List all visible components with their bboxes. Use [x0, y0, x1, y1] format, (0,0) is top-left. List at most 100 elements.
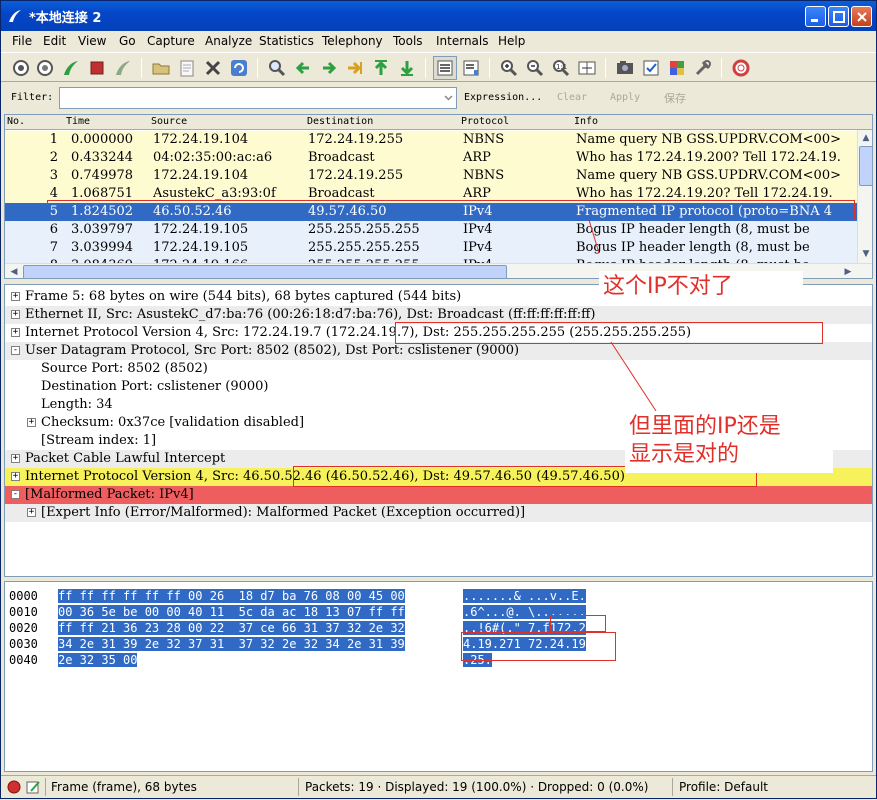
interfaces-icon[interactable] — [11, 58, 31, 78]
expand-icon[interactable]: + — [27, 508, 36, 517]
status-profile[interactable]: Profile: Default — [679, 780, 768, 794]
menu-view[interactable]: View — [78, 34, 106, 48]
filter-label: Filter: — [11, 92, 54, 103]
first-icon[interactable] — [371, 58, 391, 78]
expand-icon[interactable]: + — [27, 418, 36, 427]
packet-cell-time: 0.749978 — [71, 168, 134, 183]
options-icon[interactable] — [35, 58, 55, 78]
minimize-button[interactable] — [805, 6, 826, 27]
preferences-icon[interactable] — [693, 58, 713, 78]
col-info[interactable]: Info — [574, 116, 598, 127]
collapse-icon[interactable]: - — [11, 346, 20, 355]
status-packets: Packets: 19 · Displayed: 19 (100.0%) · D… — [305, 780, 649, 794]
save-button[interactable]: 保存 — [664, 90, 686, 106]
stop-capture-icon[interactable] — [87, 58, 107, 78]
packet-row[interactable]: 3 0.749978 172.24.19.104 172.24.19.255 NBNS N… — [5, 167, 857, 185]
capture-filters-icon[interactable] — [615, 58, 635, 78]
col-source[interactable]: Source — [151, 116, 187, 127]
col-no[interactable]: No. — [7, 116, 25, 127]
packet-row[interactable]: 7 3.039994 172.24.19.105 255.255.255.255 IPv… — [5, 239, 857, 257]
packet-row[interactable]: 2 0.433244 04:02:35:00:ac:a6 Broadcast ARP Wh… — [5, 149, 857, 167]
scroll-up-icon[interactable]: ▲ — [859, 131, 872, 145]
expand-icon[interactable]: + — [11, 310, 20, 319]
menu-file[interactable]: File — [12, 34, 32, 48]
detail-text: User Datagram Protocol, Src Port: 8502 (… — [25, 343, 520, 358]
reload-icon[interactable] — [229, 58, 249, 78]
menu-go[interactable]: Go — [119, 34, 136, 48]
detail-row[interactable]: + [Expert Info (Error/Malformed): Malform… — [5, 504, 872, 522]
packet-list[interactable]: No. Time Source Destination Protocol Inf… — [4, 114, 873, 279]
packet-bytes[interactable]: 0000 ff ff ff ff ff ff 00 26 18 d7 ba 76 … — [4, 581, 873, 772]
byte-hex[interactable]: ff ff ff ff ff ff 00 26 18 d7 ba 76 08 0… — [58, 589, 405, 603]
maximize-button[interactable] — [828, 6, 849, 27]
filter-dropdown[interactable] — [441, 88, 456, 107]
note2-line2: 显示是对的 — [629, 442, 740, 467]
close-file-icon[interactable] — [203, 58, 223, 78]
last-icon[interactable] — [397, 58, 417, 78]
close-button[interactable] — [851, 6, 872, 27]
colorize-icon[interactable] — [433, 56, 457, 80]
display-filters-icon[interactable] — [641, 58, 661, 78]
menu-analyze[interactable]: Analyze — [205, 34, 252, 48]
expression-button[interactable]: Expression... — [464, 92, 542, 103]
find-icon[interactable] — [267, 58, 287, 78]
packet-cell-src: AsustekC_a3:93:0f — [153, 186, 276, 201]
menu-help[interactable]: Help — [498, 34, 525, 48]
back-icon[interactable] — [293, 58, 313, 78]
menu-statistics[interactable]: Statistics — [259, 34, 314, 48]
hscroll-thumb[interactable] — [23, 265, 507, 278]
expand-icon[interactable]: + — [11, 472, 20, 481]
highlight-box-ascii-2 — [461, 632, 616, 661]
zoom-normal-icon[interactable]: 1:1 — [551, 58, 571, 78]
capture-comment-icon[interactable] — [25, 779, 41, 795]
zoom-out-icon[interactable] — [525, 58, 545, 78]
col-time[interactable]: Time — [66, 116, 90, 127]
forward-icon[interactable] — [319, 58, 339, 78]
byte-hex[interactable]: 00 36 5e be 00 00 40 11 5c da ac 18 13 0… — [58, 605, 405, 619]
clear-button[interactable]: Clear — [557, 92, 587, 103]
filter-input[interactable] — [59, 87, 457, 109]
detail-row[interactable]: - [Malformed Packet: IPv4] — [5, 486, 872, 504]
title-bar[interactable]: *本地连接 2 — [1, 1, 876, 31]
expand-icon[interactable]: + — [11, 328, 20, 337]
autoscroll-icon[interactable] — [461, 58, 481, 78]
byte-ascii[interactable]: .......& ...v..E. — [463, 589, 586, 603]
expand-icon[interactable]: + — [11, 292, 20, 301]
vscroll-thumb[interactable] — [859, 146, 872, 186]
packet-list-header: No. Time Source Destination Protocol Inf… — [5, 115, 872, 130]
byte-hex[interactable]: ff ff 21 36 23 28 00 22 37 ce 66 31 37 3… — [58, 621, 405, 635]
col-destination[interactable]: Destination — [307, 116, 373, 127]
apply-button[interactable]: Apply — [610, 92, 640, 103]
menu-telephony[interactable]: Telephony — [322, 34, 383, 48]
coloring-rules-icon[interactable] — [667, 58, 687, 78]
scroll-left-icon[interactable]: ◀ — [7, 265, 21, 278]
expand-icon[interactable]: + — [11, 454, 20, 463]
help-icon[interactable] — [731, 58, 751, 78]
scroll-down-icon[interactable]: ▼ — [859, 247, 872, 261]
start-capture-icon[interactable] — [61, 58, 81, 78]
expert-error-icon[interactable] — [7, 780, 21, 794]
packet-row[interactable]: 1 0.000000 172.24.19.104 172.24.19.255 NBNS N… — [5, 131, 857, 149]
detail-text: Source Port: 8502 (8502) — [41, 361, 208, 376]
zoom-in-icon[interactable] — [499, 58, 519, 78]
packet-list-vscroll[interactable]: ▲ ▼ — [857, 130, 872, 263]
save-file-icon[interactable] — [177, 58, 197, 78]
open-file-icon[interactable] — [151, 58, 171, 78]
resize-columns-icon[interactable] — [577, 58, 597, 78]
restart-capture-icon[interactable] — [113, 58, 133, 78]
menu-tools[interactable]: Tools — [393, 34, 423, 48]
collapse-icon[interactable]: - — [11, 490, 20, 499]
packet-row[interactable]: 6 3.039797 172.24.19.105 255.255.255.255 IPv… — [5, 221, 857, 239]
menu-capture[interactable]: Capture — [147, 34, 195, 48]
col-protocol[interactable]: Protocol — [461, 116, 509, 127]
byte-hex[interactable]: 2e 32 35 00 — [58, 653, 138, 667]
detail-row[interactable]: Source Port: 8502 (8502) — [5, 360, 872, 378]
goto-icon[interactable] — [345, 58, 365, 78]
detail-row[interactable]: Destination Port: cslistener (9000) — [5, 378, 872, 396]
menu-internals[interactable]: Internals — [436, 34, 489, 48]
menu-edit[interactable]: Edit — [43, 34, 66, 48]
wireshark-window: *本地连接 2 File Edit View Go Capture Analyz… — [0, 0, 877, 799]
scroll-right-icon[interactable]: ▶ — [841, 265, 855, 278]
detail-row[interactable]: - User Datagram Protocol, Src Port: 8502 … — [5, 342, 872, 360]
byte-hex[interactable]: 34 2e 31 39 2e 32 37 31 37 32 2e 32 34 2… — [58, 637, 405, 651]
